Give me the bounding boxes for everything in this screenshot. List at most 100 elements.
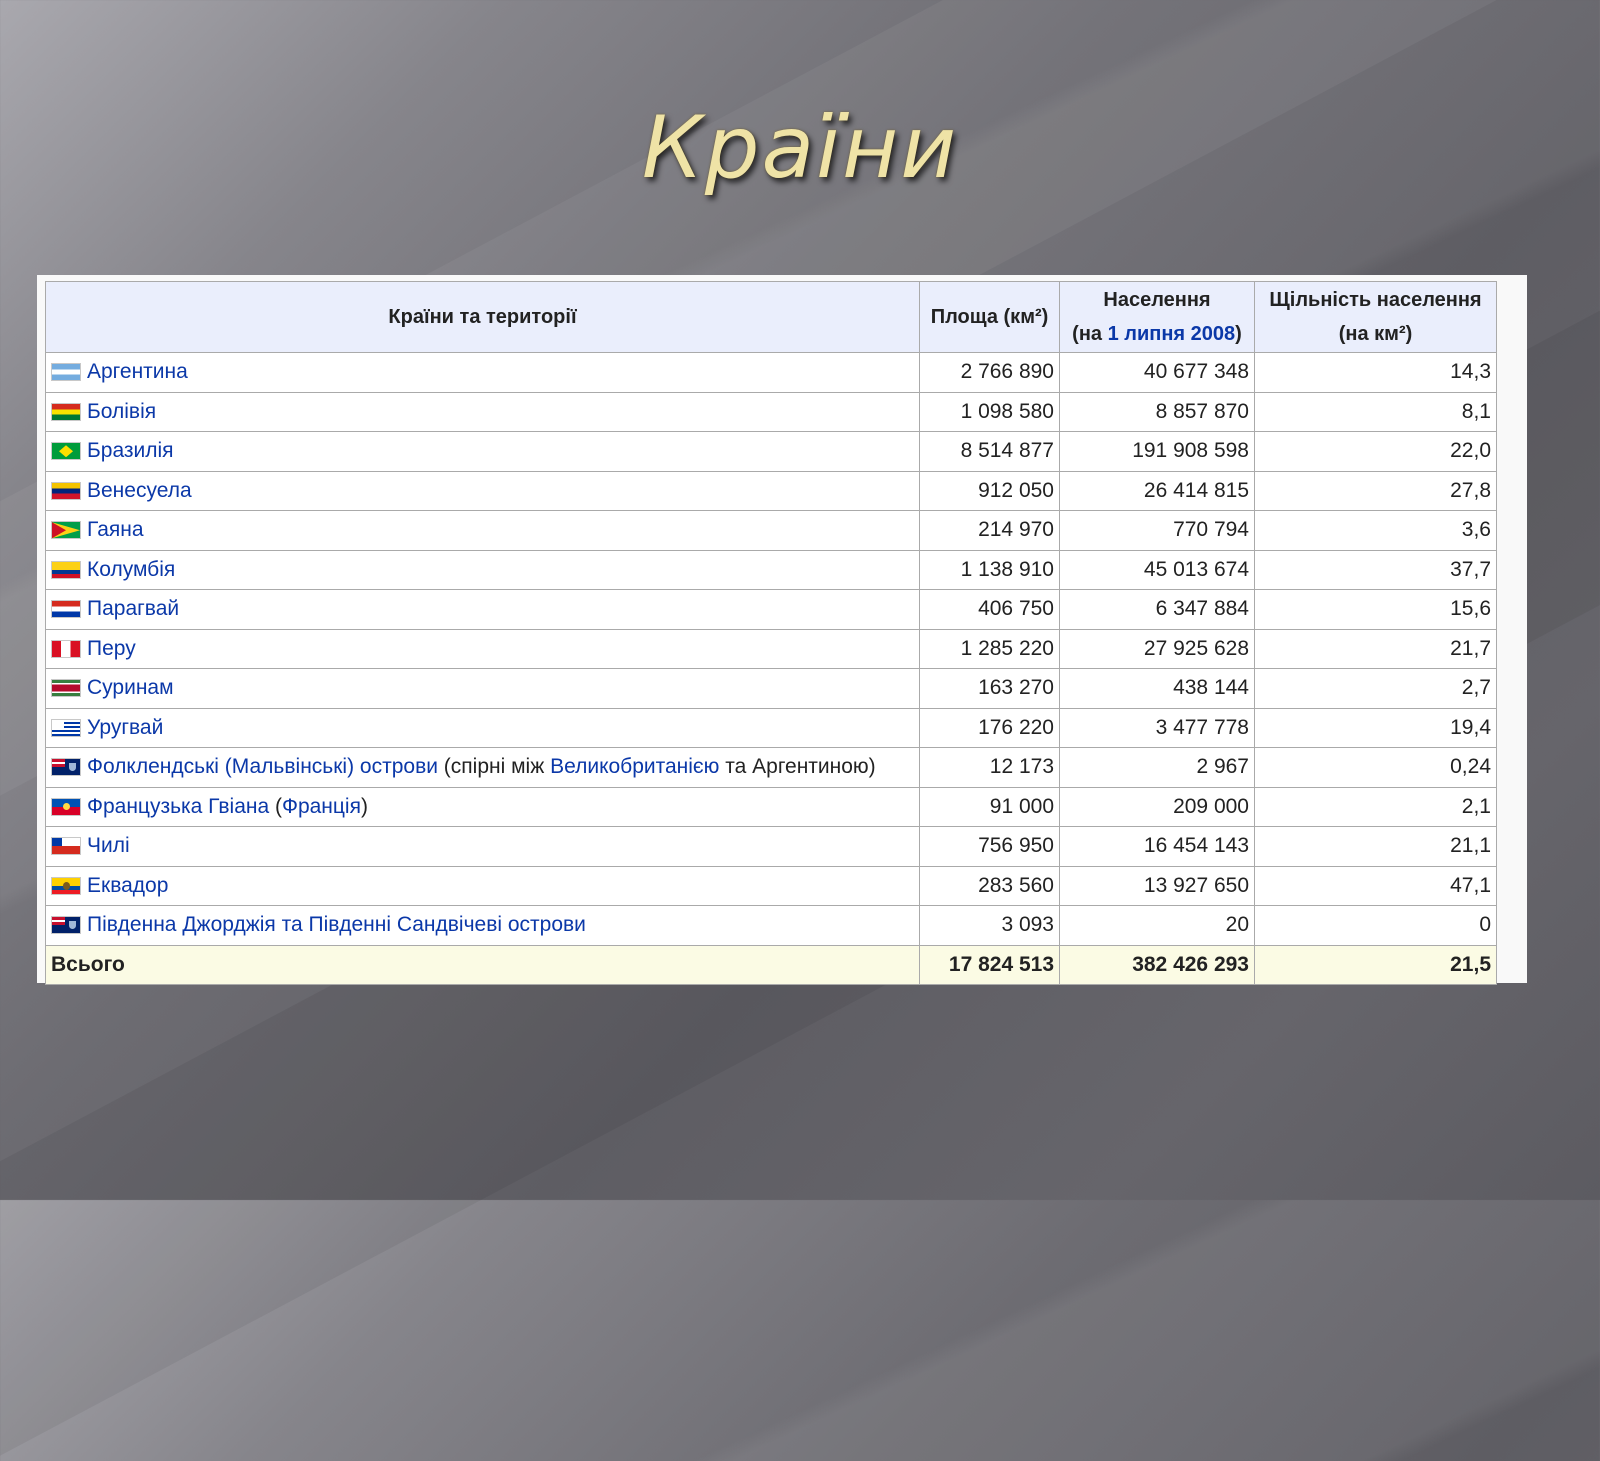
country-cell: Перу <box>45 628 920 669</box>
density-cell: 37,7 <box>1254 549 1497 590</box>
peru-flag-icon <box>51 639 81 658</box>
area-cell: 1 098 580 <box>919 391 1060 432</box>
area-cell: 1 138 910 <box>919 549 1060 590</box>
country-cell: Фолклендські (Мальвінські) острови (спір… <box>45 747 920 788</box>
ecuador-flag-icon <box>51 876 81 895</box>
country-cell: Болівія <box>45 391 920 432</box>
country-link[interactable]: Суринам <box>87 676 174 699</box>
table-row: Бразилія 8 514 877 191 908 598 22,0 <box>45 431 1497 472</box>
table-row: Фолклендські (Мальвінські) острови (спір… <box>45 747 1497 788</box>
french-guiana-flag-icon <box>51 797 81 816</box>
area-cell: 3 093 <box>919 905 1060 946</box>
country-cell: Гаяна <box>45 510 920 551</box>
table-row: Парагвай 406 750 6 347 884 15,6 <box>45 589 1497 630</box>
country-link[interactable]: Колумбія <box>87 558 175 581</box>
chile-flag-icon <box>51 837 81 856</box>
countries-table: Країни та території Площа (км²) Населенн… <box>45 281 1497 985</box>
colombia-flag-icon <box>51 560 81 579</box>
header-density-label: Щільність населення <box>1269 289 1482 311</box>
population-cell: 191 908 598 <box>1059 431 1255 472</box>
table-row: Уругвай 176 220 3 477 778 19,4 <box>45 707 1497 748</box>
country-link[interactable]: Бразилія <box>87 439 174 462</box>
country-cell: Бразилія <box>45 431 920 472</box>
brazil-flag-icon <box>51 442 81 461</box>
total-row: Всього 17 824 513 382 426 293 21,5 <box>45 944 1497 985</box>
country-link[interactable]: Французька Гвіана <box>87 795 269 818</box>
population-cell: 3 477 778 <box>1059 707 1255 748</box>
table-row: Аргентина 2 766 890 40 677 348 14,3 <box>45 352 1497 393</box>
header-population: Населення (на 1 липня 2008) <box>1059 281 1255 353</box>
falklands-flag-icon <box>51 758 81 777</box>
density-cell: 22,0 <box>1254 431 1497 472</box>
country-link[interactable]: Перу <box>87 637 136 660</box>
table-row: Болівія 1 098 580 8 857 870 8,1 <box>45 391 1497 432</box>
header-population-open: (на <box>1072 323 1108 345</box>
header-density-unit: (на км²) <box>1338 323 1413 345</box>
density-cell: 0 <box>1254 905 1497 946</box>
country-link[interactable]: Уругвай <box>87 716 163 739</box>
header-density: Щільність населення (на км²) <box>1254 281 1497 353</box>
table-row: Південна Джорджія та Південні Сандвічеві… <box>45 905 1497 946</box>
area-cell: 756 950 <box>919 826 1060 867</box>
country-cell: Чилі <box>45 826 920 867</box>
date-link[interactable]: 1 липня 2008 <box>1108 323 1236 345</box>
country-note: (спірні між <box>437 755 551 779</box>
density-cell: 2,1 <box>1254 786 1497 827</box>
country-link[interactable]: Великобританією <box>550 755 719 778</box>
area-cell: 283 560 <box>919 865 1060 906</box>
density-cell: 14,3 <box>1254 352 1497 393</box>
country-link[interactable]: Фолклендські (Мальвінські) острови <box>87 755 438 778</box>
population-cell: 209 000 <box>1059 786 1255 827</box>
density-cell: 27,8 <box>1254 470 1497 511</box>
country-link[interactable]: Болівія <box>87 400 156 423</box>
area-cell: 406 750 <box>919 589 1060 630</box>
country-link[interactable]: Чилі <box>87 834 130 857</box>
area-cell: 912 050 <box>919 470 1060 511</box>
country-cell: Еквадор <box>45 865 920 906</box>
header-population-close: ) <box>1235 323 1242 345</box>
density-cell: 21,7 <box>1254 628 1497 669</box>
table-row: Французька Гвіана (Франція) 91 000 209 000… <box>45 786 1497 827</box>
density-cell: 19,4 <box>1254 707 1497 748</box>
density-cell: 8,1 <box>1254 391 1497 432</box>
country-link[interactable]: Парагвай <box>87 597 179 620</box>
population-cell: 40 677 348 <box>1059 352 1255 393</box>
country-cell: Венесуела <box>45 470 920 511</box>
country-note: ( <box>269 794 282 818</box>
country-note: ) <box>360 794 368 818</box>
population-cell: 20 <box>1059 905 1255 946</box>
area-cell: 214 970 <box>919 510 1060 551</box>
uruguay-flag-icon <box>51 718 81 737</box>
slide-title: Країни <box>641 98 959 198</box>
table-row: Перу 1 285 220 27 925 628 21,7 <box>45 628 1497 669</box>
country-link[interactable]: Венесуела <box>87 479 192 502</box>
table-container: Країни та території Площа (км²) Населенн… <box>37 275 1527 985</box>
country-link[interactable]: Аргентина <box>87 360 188 383</box>
header-population-label: Населення <box>1103 289 1211 311</box>
area-cell: 8 514 877 <box>919 431 1060 472</box>
population-cell: 2 967 <box>1059 747 1255 788</box>
country-cell: Парагвай <box>45 589 920 630</box>
country-cell: Уругвай <box>45 707 920 748</box>
population-cell: 6 347 884 <box>1059 589 1255 630</box>
south-georgia-flag-icon <box>51 916 81 935</box>
country-link[interactable]: Еквадор <box>87 874 168 897</box>
country-link[interactable]: Франція <box>282 795 361 818</box>
density-cell: 15,6 <box>1254 589 1497 630</box>
country-cell: Французька Гвіана (Франція) <box>45 786 920 827</box>
area-cell: 2 766 890 <box>919 352 1060 393</box>
area-cell: 176 220 <box>919 707 1060 748</box>
population-cell: 8 857 870 <box>1059 391 1255 432</box>
argentina-flag-icon <box>51 363 81 382</box>
table-row: Колумбія 1 138 910 45 013 674 37,7 <box>45 549 1497 590</box>
country-link[interactable]: Південна Джорджія та Південні Сандвічеві… <box>87 913 586 936</box>
density-cell: 47,1 <box>1254 865 1497 906</box>
total-area: 17 824 513 <box>919 944 1060 985</box>
country-link[interactable]: Гаяна <box>87 518 144 541</box>
country-cell: Колумбія <box>45 549 920 590</box>
table-row: Еквадор 283 560 13 927 650 47,1 <box>45 865 1497 906</box>
population-cell: 438 144 <box>1059 668 1255 709</box>
area-cell: 163 270 <box>919 668 1060 709</box>
table-row: Венесуела 912 050 26 414 815 27,8 <box>45 470 1497 511</box>
density-cell: 2,7 <box>1254 668 1497 709</box>
